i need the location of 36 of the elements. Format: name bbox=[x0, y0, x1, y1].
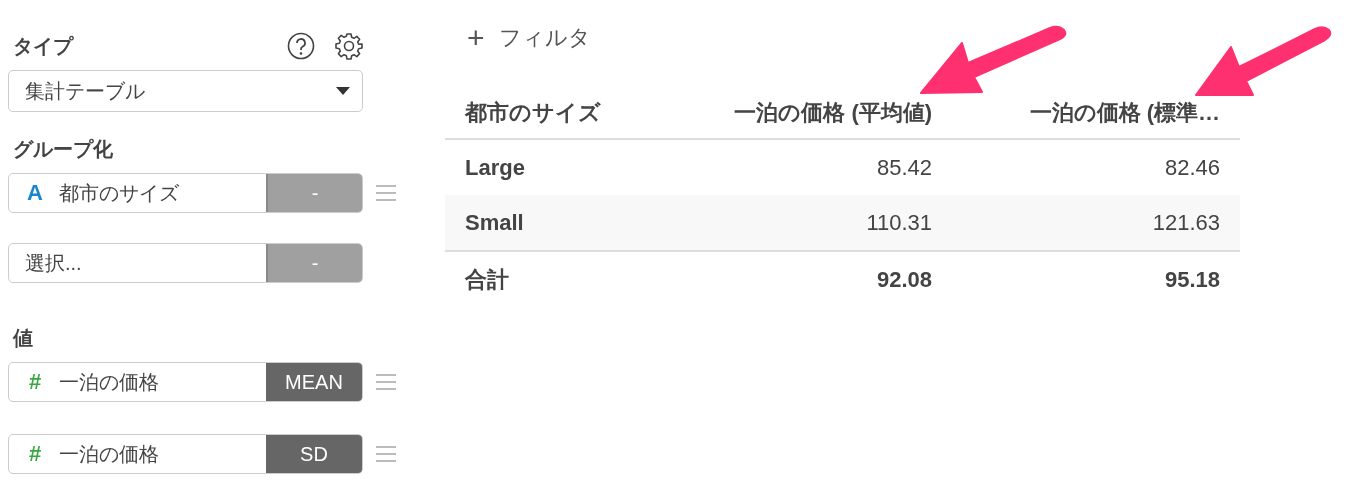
column-header[interactable]: 一泊の価格 (平均値) bbox=[734, 98, 933, 128]
type-dropdown[interactable]: 集計テーブル bbox=[8, 70, 363, 112]
total-cell: 95.18 bbox=[1164, 266, 1220, 293]
table-cell: 85.42 bbox=[877, 154, 933, 181]
column-header[interactable]: 都市のサイズ bbox=[465, 98, 601, 128]
table-cell: 121.63 bbox=[1152, 209, 1220, 236]
add-filter-button[interactable]: + フィルタ bbox=[467, 22, 591, 54]
settings-icon[interactable] bbox=[335, 32, 363, 60]
row-label: Large bbox=[465, 154, 525, 181]
number-type-icon: # bbox=[25, 441, 45, 467]
number-type-icon: # bbox=[25, 369, 45, 395]
field-selector[interactable]: # 一泊の価格 SD bbox=[8, 434, 363, 474]
table-cell: 82.46 bbox=[1164, 154, 1220, 181]
text-type-icon: A bbox=[25, 180, 45, 206]
section-label: グループ化 bbox=[13, 137, 114, 162]
field-selector[interactable]: A 都市のサイズ - bbox=[8, 173, 363, 213]
aggregation-button[interactable]: MEAN bbox=[266, 363, 362, 401]
total-cell: 92.08 bbox=[877, 266, 933, 293]
field-value: 一泊の価格 bbox=[59, 441, 159, 467]
row-label: Small bbox=[465, 209, 524, 236]
drag-handle-icon[interactable] bbox=[375, 184, 397, 202]
aggregation-button[interactable]: SD bbox=[266, 435, 362, 473]
help-icon[interactable] bbox=[287, 32, 315, 60]
column-header[interactable]: 一泊の価格 (標準… bbox=[1029, 98, 1220, 128]
section-label: 値 bbox=[13, 326, 34, 351]
caret-icon bbox=[336, 87, 350, 95]
field-placeholder: 選択... bbox=[25, 250, 82, 276]
drag-handle-icon[interactable] bbox=[375, 445, 397, 463]
field-value: 都市のサイズ bbox=[59, 180, 179, 206]
drag-handle-icon[interactable] bbox=[375, 373, 397, 391]
field-selector[interactable]: # 一泊の価格 MEAN bbox=[8, 362, 363, 402]
total-label: 合計 bbox=[465, 265, 509, 294]
table-cell: 110.31 bbox=[866, 209, 933, 236]
section-label: タイプ bbox=[13, 33, 73, 59]
field-selector[interactable]: 選択... - bbox=[8, 243, 363, 283]
field-value: 一泊の価格 bbox=[59, 369, 159, 395]
